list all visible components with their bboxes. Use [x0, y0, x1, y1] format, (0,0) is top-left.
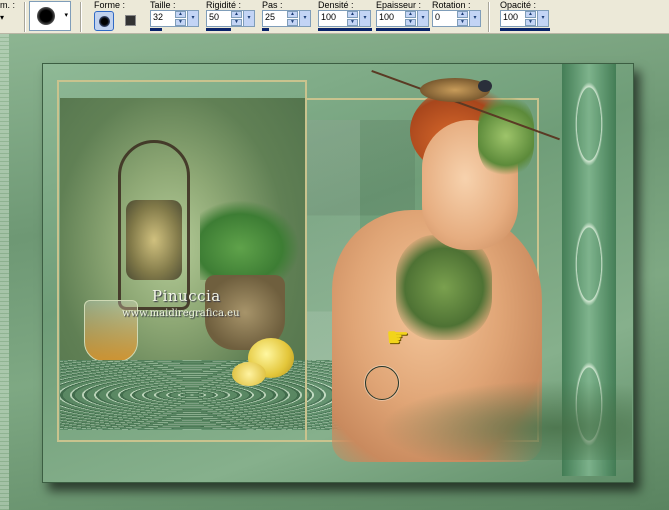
hardness-dropdown-button[interactable]: ▾: [243, 10, 255, 27]
preset-label: m. :: [0, 0, 15, 10]
hardness-value: 50: [209, 12, 220, 22]
density-decrement-button[interactable]: ▼: [347, 19, 358, 26]
step-dropdown-button[interactable]: ▾: [299, 10, 311, 27]
brush-preview-dropdown[interactable]: ▾: [29, 1, 71, 31]
chevron-down-icon: ▾: [64, 12, 68, 19]
round-brush-icon: [99, 16, 110, 27]
preset-dropdown-arrow[interactable]: ▾: [0, 13, 4, 22]
opacity-dropdown-button[interactable]: ▾: [537, 10, 549, 27]
vertical-ruler: [0, 34, 9, 510]
thickness-decrement-button[interactable]: ▼: [405, 19, 416, 26]
watermark-name: Pinuccia: [152, 287, 221, 305]
density-label: Densité :: [318, 0, 354, 10]
opacity-decrement-button[interactable]: ▼: [525, 19, 536, 26]
density-increment-button[interactable]: ▲: [347, 11, 358, 18]
thickness-dropdown-button[interactable]: ▾: [417, 10, 429, 27]
thickness-increment-button[interactable]: ▲: [405, 11, 416, 18]
round-shape-button[interactable]: [94, 11, 114, 31]
opacity-increment-button[interactable]: ▲: [525, 11, 536, 18]
rotation-dropdown-button[interactable]: ▾: [469, 10, 481, 27]
rotation-input[interactable]: 0 ▲ ▼ ▾: [432, 10, 481, 27]
thickness-input[interactable]: 100 ▲ ▼ ▾: [376, 10, 429, 27]
toolbar-divider: [24, 2, 26, 32]
step-level-bar: [262, 28, 269, 31]
step-label: Pas :: [262, 0, 283, 10]
size-increment-button[interactable]: ▲: [175, 11, 186, 18]
size-value: 32: [153, 12, 164, 22]
watermark-url: www.maidiregrafica.eu: [122, 308, 240, 319]
brush-tip-icon: [37, 7, 55, 25]
rotation-value: 0: [435, 12, 441, 22]
thickness-level-bar: [376, 28, 430, 31]
pointing-hand-cursor-icon: ☛: [386, 322, 410, 352]
rotation-decrement-button[interactable]: ▼: [457, 19, 468, 26]
thickness-label: Epaisseur :: [376, 0, 422, 10]
leaf-branch-image: [380, 380, 632, 460]
moss-scarf-image: [396, 235, 492, 340]
tool-options-toolbar: m. : ▾ ▾ Forme : Taille : 32 ▲ ▼ ▾ Rigid…: [0, 0, 669, 34]
rotation-label: Rotation :: [432, 0, 471, 10]
opacity-label: Opacité :: [500, 0, 537, 10]
step-input[interactable]: 25 ▲ ▼ ▾: [262, 10, 311, 27]
size-level-bar: [150, 28, 162, 31]
gold-inner-border: [57, 80, 307, 442]
toolbar-divider: [488, 2, 490, 32]
size-label: Taille :: [150, 0, 176, 10]
step-increment-button[interactable]: ▲: [287, 11, 298, 18]
hardness-label: Rigidité :: [206, 0, 242, 10]
toolbar-divider: [80, 2, 82, 32]
density-level-bar: [318, 28, 372, 31]
brush-outline-cursor: [365, 366, 399, 400]
step-decrement-button[interactable]: ▼: [287, 19, 298, 26]
shape-label: Forme :: [94, 0, 126, 10]
bird-image: [478, 80, 492, 92]
size-decrement-button[interactable]: ▼: [175, 19, 186, 26]
opacity-input[interactable]: 100 ▲ ▼ ▾: [500, 10, 549, 27]
hardness-level-bar: [206, 28, 231, 31]
size-dropdown-button[interactable]: ▾: [187, 10, 199, 27]
opacity-level-bar: [500, 28, 550, 31]
square-brush-icon: [125, 15, 136, 26]
hardness-input[interactable]: 50 ▲ ▼ ▾: [206, 10, 255, 27]
step-value: 25: [265, 12, 276, 22]
hardness-increment-button[interactable]: ▲: [231, 11, 242, 18]
hardness-decrement-button[interactable]: ▼: [231, 19, 242, 26]
density-value: 100: [321, 12, 337, 22]
size-input[interactable]: 32 ▲ ▼ ▾: [150, 10, 199, 27]
density-dropdown-button[interactable]: ▾: [359, 10, 371, 27]
density-input[interactable]: 100 ▲ ▼ ▾: [318, 10, 371, 27]
moss-headpiece-image: [478, 96, 534, 176]
opacity-value: 100: [503, 12, 519, 22]
thickness-value: 100: [379, 12, 395, 22]
rotation-increment-button[interactable]: ▲: [457, 11, 468, 18]
square-shape-button[interactable]: [121, 11, 141, 31]
